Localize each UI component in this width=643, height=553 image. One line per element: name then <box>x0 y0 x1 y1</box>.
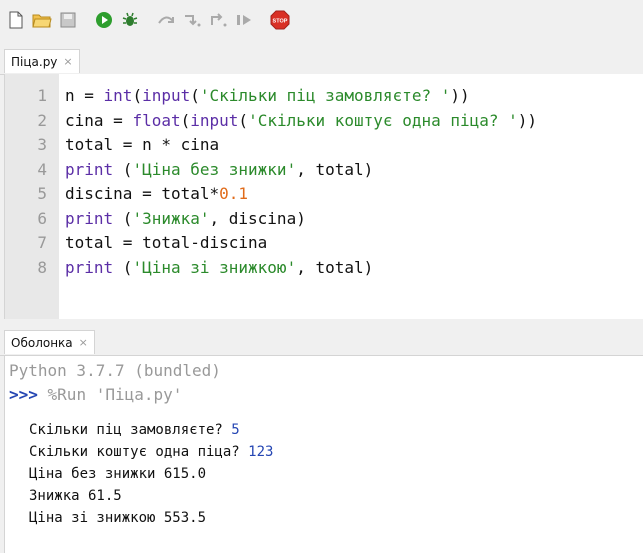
stop-icon-label: STOP <box>273 19 288 25</box>
open-folder-icon[interactable] <box>32 10 52 30</box>
token: , total) <box>296 257 374 277</box>
output-text: Ціна зі знижкою 553.5 <box>29 510 207 526</box>
tab-pizza-py[interactable]: Піца.py × <box>4 49 80 73</box>
shell-output-line: Знижка 61.5 <box>29 486 122 507</box>
token-kw: print <box>65 159 114 179</box>
code-editor[interactable]: 1n = int(input('Скільки піц замовляєте? … <box>4 74 643 319</box>
code-line: 3 total = n * cina <box>5 133 640 157</box>
token: , discina) <box>209 208 306 228</box>
code-text: discina = total*0.1 <box>65 182 248 206</box>
token: )) <box>450 86 470 105</box>
token: ( <box>113 257 133 277</box>
token: total = total-discina <box>65 233 268 252</box>
token: ( <box>238 110 249 130</box>
code-line: 5 discina = total*0.1 <box>5 182 640 206</box>
close-icon[interactable]: × <box>63 55 72 68</box>
token-kw: float <box>132 110 181 130</box>
token-str: 'Знижка' <box>132 208 210 228</box>
new-file-icon[interactable] <box>6 10 26 30</box>
shell-output-line: Ціна зі знижкою 553.5 <box>29 508 206 529</box>
token-str: 'Скільки коштує одна піца? ' <box>248 110 518 130</box>
shell-command: %Run 'Піца.py' <box>37 385 183 404</box>
resume-icon[interactable] <box>234 10 254 30</box>
code-text: cina = float(input('Скільки коштує одна … <box>65 109 537 133</box>
pane-splitter[interactable] <box>0 319 643 327</box>
token-str: 'Ціна без знижки' <box>132 159 297 179</box>
line-number: 8 <box>37 257 47 277</box>
output-text: Скільки коштує одна піца? <box>29 444 249 460</box>
token: , total) <box>296 159 374 179</box>
line-number: 5 <box>37 184 47 203</box>
run-icon[interactable] <box>94 10 114 30</box>
toolbar: STOP <box>0 0 643 40</box>
token: ( <box>113 208 133 228</box>
token-kw: input <box>142 86 191 105</box>
token: cina = <box>65 110 133 130</box>
line-number: 4 <box>37 159 47 179</box>
user-input: 123 <box>248 444 274 460</box>
step-into-icon[interactable] <box>182 10 202 30</box>
token: discina = total* <box>65 184 220 203</box>
token: n = <box>65 86 104 105</box>
token-kw: input <box>190 110 239 130</box>
token: ( <box>113 159 133 179</box>
shell-console[interactable]: Python 3.7.7 (bundled) >>> %Run 'Піца.py… <box>4 356 643 553</box>
editor-tab-bar: Піца.py × <box>0 46 643 75</box>
code-line: 7 total = total-discina <box>5 231 640 255</box>
code-text: print ('Знижка', discina) <box>65 207 306 231</box>
token: ( <box>132 86 143 105</box>
step-out-icon[interactable] <box>208 10 228 30</box>
line-number: 7 <box>37 233 47 252</box>
code-line: 2 cina = float(input('Скільки коштує одна… <box>5 109 640 133</box>
shell-output-line: Скільки піц замовляєте? 5 <box>29 420 240 441</box>
line-number: 3 <box>37 135 47 154</box>
shell-prompt: >>> <box>9 385 38 404</box>
close-icon[interactable]: × <box>79 336 88 349</box>
code-line: 6 print ('Знижка', discina) <box>5 207 640 231</box>
code-text: print ('Ціна без знижки', total) <box>65 158 373 182</box>
bug-icon[interactable] <box>120 10 140 30</box>
token-str: 'Ціна зі знижкою' <box>132 257 297 277</box>
token: ( <box>190 86 200 105</box>
output-text: Ціна без знижки 615.0 <box>29 466 207 482</box>
line-number: 2 <box>37 110 47 130</box>
tab-shell[interactable]: Оболонка × <box>4 330 95 354</box>
shell-command-line: >>> %Run 'Піца.py' <box>9 384 182 406</box>
output-text: Знижка 61.5 <box>29 488 122 504</box>
stop-icon[interactable]: STOP <box>270 10 290 30</box>
code-line: 4 print ('Ціна без знижки', total) <box>5 158 640 182</box>
save-icon[interactable] <box>58 10 78 30</box>
code-text: total = n * cina <box>65 133 219 157</box>
output-text: Скільки піц замовляєте? <box>29 422 232 438</box>
step-over-icon[interactable] <box>156 10 176 30</box>
code-line: 8 print ('Ціна зі знижкою', total) <box>5 256 640 280</box>
line-number: 6 <box>37 208 47 228</box>
code-text: n = int(input('Скільки піц замовляєте? '… <box>65 84 470 108</box>
token-kw: print <box>65 208 114 228</box>
token-kw: print <box>65 257 114 277</box>
token: )) <box>517 110 538 130</box>
code-line: 1n = int(input('Скільки піц замовляєте? … <box>5 84 640 108</box>
code-text: total = total-discina <box>65 231 267 255</box>
line-number: 1 <box>37 86 47 105</box>
tab-label: Оболонка <box>11 335 73 350</box>
user-input: 5 <box>231 422 240 438</box>
token-num: 0.1 <box>219 184 249 203</box>
tab-label: Піца.py <box>11 54 58 69</box>
token-str: 'Скільки піц замовляєте? ' <box>199 86 451 105</box>
shell-tab-bar: Оболонка × <box>0 327 643 356</box>
token-kw: int <box>103 86 133 105</box>
shell-banner: Python 3.7.7 (bundled) <box>9 361 221 380</box>
token: total = n * cina <box>65 135 220 154</box>
shell-output-line: Скільки коштує одна піца? 123 <box>29 442 273 463</box>
code-text: print ('Ціна зі знижкою', total) <box>65 256 373 280</box>
shell-output-line: Ціна без знижки 615.0 <box>29 464 206 485</box>
token: ( <box>180 110 191 130</box>
